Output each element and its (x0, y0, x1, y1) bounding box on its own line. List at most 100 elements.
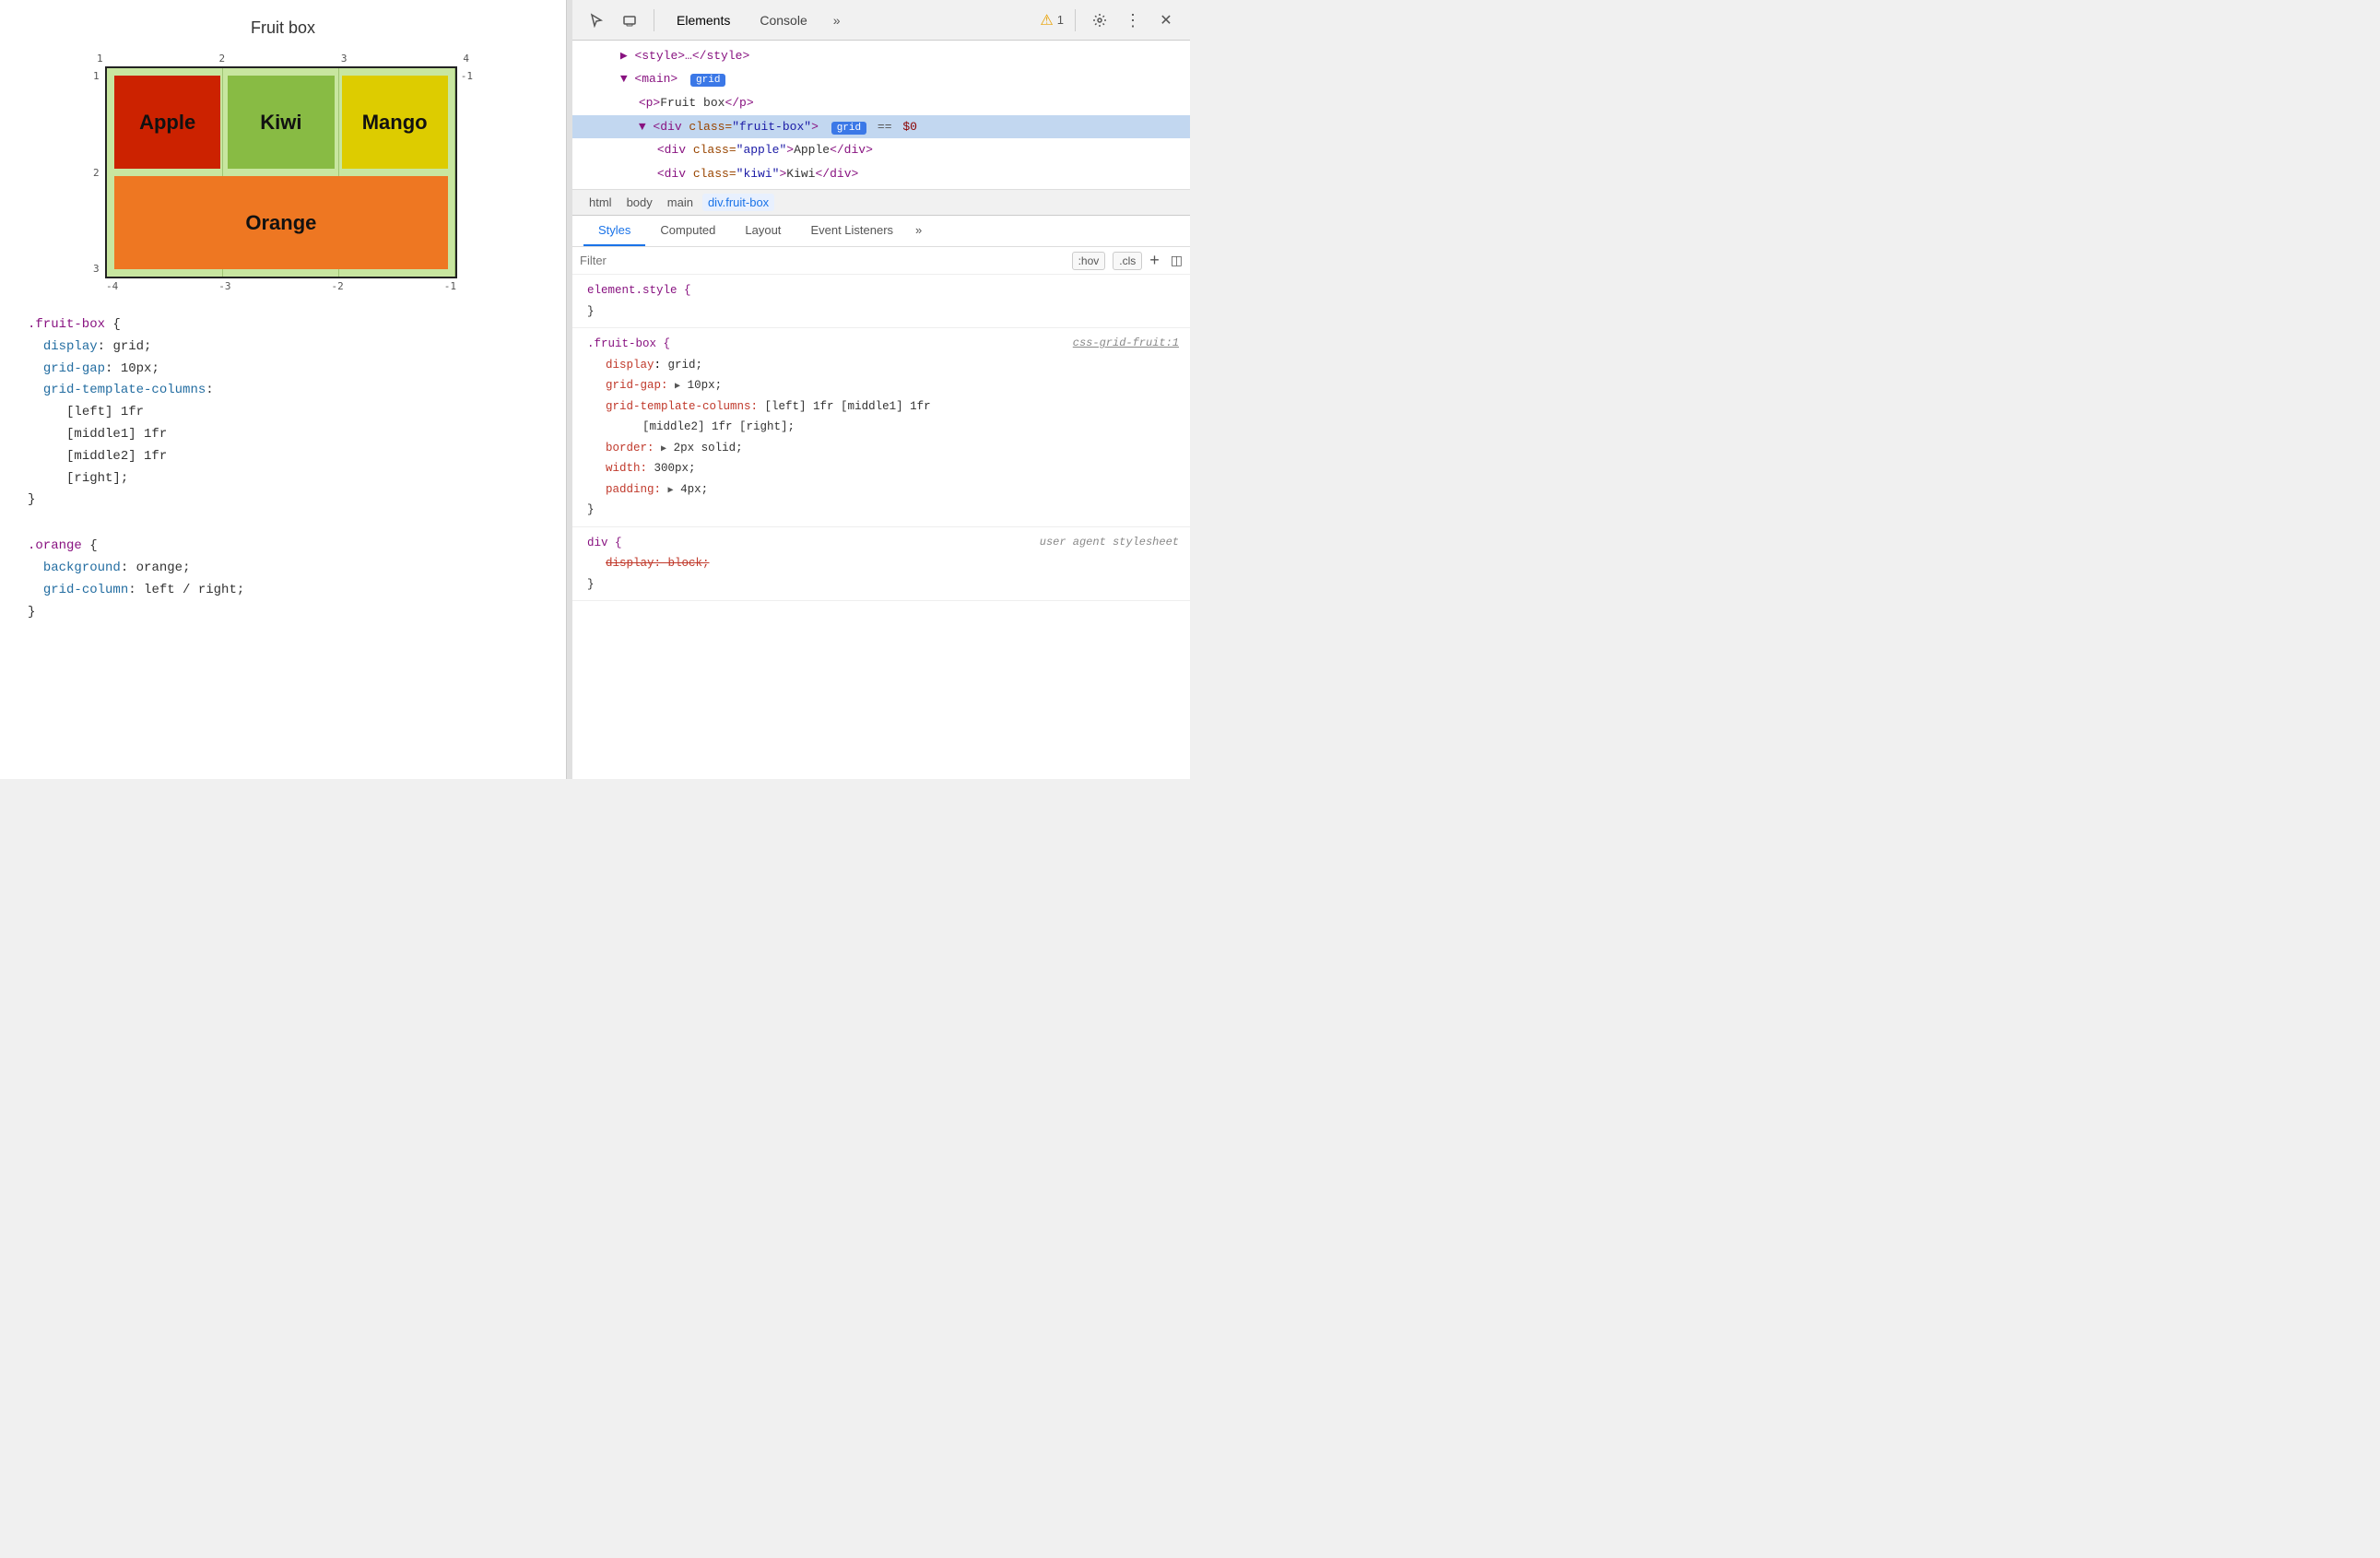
rule-value-padding: 4px; (680, 483, 708, 496)
grid-col-num-b2: -3 (218, 280, 230, 292)
warning-icon: ⚠ (1040, 11, 1053, 30)
dom-line-p[interactable]: <p>Fruit box</p> (572, 91, 1190, 114)
dom-tag-p-close: </p> (725, 96, 753, 110)
rule-fruit-box: .fruit-box { css-grid-fruit:1 display: g… (572, 328, 1190, 527)
rule-value-grid-gap: 10px; (688, 379, 723, 392)
grid-col-num-2: 2 (218, 53, 225, 65)
dom-tag-apple-close: </div> (830, 143, 873, 157)
dom-tag-kiwi: <div class="kiwi"> (657, 167, 786, 181)
right-panel: Elements Console » ⚠ 1 ⋮ ✕ ▶ <style>…</s… (572, 0, 1190, 779)
dom-tree: ▶ <style>…</style> ▼ <main> grid <p>Frui… (572, 41, 1190, 190)
grid-col-num-4: 4 (463, 53, 469, 65)
css-code-fruit-box: .fruit-box { display: grid; grid-gap: 10… (28, 314, 538, 512)
fruit-grid: Apple Kiwi Mango Orange (105, 66, 457, 278)
cls-button[interactable]: .cls (1113, 252, 1142, 270)
rule-selector-fruit-box: .fruit-box { (587, 337, 670, 350)
rule-div-user-agent: div { user agent stylesheet display: blo… (572, 527, 1190, 602)
rule-prop-padding: padding: (606, 483, 661, 496)
dom-line-fruit-box[interactable]: ▼ <div class="fruit-box"> grid == $0 (572, 115, 1190, 139)
toolbar-divider-2 (1075, 9, 1076, 31)
breadcrumb-main[interactable]: main (662, 194, 699, 211)
rule-prop-display: display (606, 359, 654, 372)
rule-close-fruit-box: } (587, 503, 595, 516)
rule-prop-grid-gap: grid-gap: (606, 379, 668, 392)
rule-value-grid-template-1: [left] 1fr [middle1] 1fr (765, 400, 931, 413)
rule-element-style: element.style { } (572, 275, 1190, 328)
cell-mango: Mango (342, 76, 448, 169)
toggle-sidebar-icon[interactable]: ◫ (1171, 253, 1183, 268)
warning-count: 1 (1057, 13, 1064, 27)
settings-icon[interactable] (1087, 7, 1113, 33)
more-tabs-button[interactable]: » (826, 9, 848, 31)
close-icon[interactable]: ✕ (1153, 7, 1179, 33)
grid-col-num-b1: -4 (106, 280, 118, 292)
dom-badge-main: grid (690, 74, 725, 87)
rule-source-fruit-box[interactable]: css-grid-fruit:1 (1073, 334, 1179, 354)
filter-input[interactable] (580, 254, 1065, 267)
tab-elements[interactable]: Elements (666, 7, 741, 33)
rule-close-div: } (587, 578, 595, 591)
grid-col-num-1: 1 (97, 53, 103, 65)
tab-computed[interactable]: Computed (645, 216, 730, 246)
dom-line-main[interactable]: ▼ <main> grid (572, 67, 1190, 91)
rule-selector-element-style: element.style { (587, 284, 691, 297)
cell-kiwi: Kiwi (228, 76, 334, 169)
styles-filter-bar: :hov .cls + ◫ (572, 247, 1190, 275)
hov-button[interactable]: :hov (1072, 252, 1106, 270)
dom-tag-kiwi-close: </div> (815, 167, 858, 181)
dom-eq-sign: == (878, 120, 892, 134)
rule-selector-div: div { (587, 537, 622, 549)
dom-text-p: Fruit box (660, 96, 725, 110)
dom-text-kiwi: Kiwi (786, 167, 815, 181)
grid-row-num-3: 3 (93, 263, 101, 275)
dom-line-style[interactable]: ▶ <style>…</style> (572, 44, 1190, 67)
breadcrumb-bar: html body main div.fruit-box (572, 190, 1190, 216)
grid-gap-triangle[interactable]: ▶ (675, 382, 680, 392)
breadcrumb-body[interactable]: body (621, 194, 658, 211)
dom-text-apple: Apple (794, 143, 830, 157)
rule-value-border: 2px solid; (674, 442, 743, 454)
tab-console[interactable]: Console (748, 7, 818, 33)
grid-row-num-right-1: -1 (461, 70, 473, 82)
more-menu-icon[interactable]: ⋮ (1120, 7, 1146, 33)
dom-line-apple[interactable]: <div class="apple">Apple</div> (572, 138, 1190, 161)
rule-close-element-style: } (587, 305, 595, 318)
grid-col-num-b3: -2 (332, 280, 344, 292)
tab-layout[interactable]: Layout (730, 216, 795, 246)
rule-value-width: 300px; (654, 462, 696, 475)
dom-tag-apple: <div class="apple"> (657, 143, 794, 157)
styles-panel: :hov .cls + ◫ element.style { } .fruit-b… (572, 247, 1190, 779)
border-triangle[interactable]: ▶ (661, 444, 666, 454)
rule-prop-border: border: (606, 442, 654, 454)
warning-badge: ⚠ 1 (1040, 11, 1064, 30)
rule-value-grid-template-2: [middle2] 1fr [right]; (642, 420, 795, 433)
cell-orange: Orange (114, 176, 448, 269)
breadcrumb-html[interactable]: html (583, 194, 618, 211)
grid-col-num-3: 3 (341, 53, 348, 65)
grid-visual: 1 2 3 4 1 2 3 Apple Kiwi Mango Orange -1 (89, 53, 477, 292)
tab-styles[interactable]: Styles (583, 216, 645, 246)
device-icon[interactable] (617, 7, 642, 33)
breadcrumb-div-fruit-box[interactable]: div.fruit-box (702, 194, 774, 211)
rule-prop-grid-template-columns: grid-template-columns: (606, 400, 758, 413)
devtools-toolbar: Elements Console » ⚠ 1 ⋮ ✕ (572, 0, 1190, 41)
dom-tag-p: <p> (639, 96, 660, 110)
rule-source-user-agent: user agent stylesheet (1040, 533, 1179, 553)
dom-line-kiwi[interactable]: <div class="kiwi">Kiwi</div> (572, 162, 1190, 185)
dom-tag-style: ▶ <style>…</style> (620, 49, 749, 63)
cursor-icon[interactable] (583, 7, 609, 33)
page-title: Fruit box (28, 18, 538, 38)
tab-event-listeners[interactable]: Event Listeners (795, 216, 908, 246)
cell-apple: Apple (114, 76, 220, 169)
grid-col-num-b4: -1 (444, 280, 456, 292)
grid-row-num-2: 2 (93, 167, 101, 179)
dom-badge-fruit-box: grid (831, 122, 866, 135)
dom-tag-fruit-box: ▼ <div class="fruit-box"> (639, 120, 819, 134)
dom-dollar-sign: $0 (902, 120, 917, 134)
left-panel: Fruit box 1 2 3 4 1 2 3 Apple Kiwi Mango… (0, 0, 567, 779)
rule-prop-width: width: (606, 462, 647, 475)
add-style-button[interactable]: + (1149, 251, 1160, 270)
tab-more[interactable]: » (908, 216, 929, 246)
style-tabs: Styles Computed Layout Event Listeners » (572, 216, 1190, 247)
padding-triangle[interactable]: ▶ (668, 486, 674, 496)
